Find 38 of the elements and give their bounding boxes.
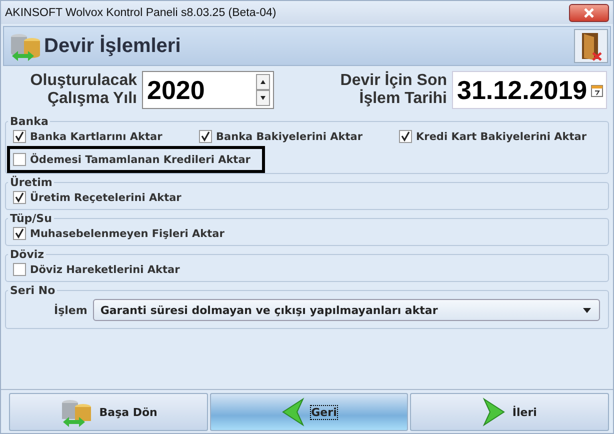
checkbox-option[interactable]: Döviz Hareketlerini Aktar	[7, 258, 186, 281]
group-title: Seri No	[9, 284, 56, 297]
checkbox-icon[interactable]	[13, 153, 26, 166]
checkbox-option[interactable]: Banka Kartlarını Aktar	[7, 125, 168, 148]
nav-button[interactable]: Geri	[210, 393, 408, 431]
field-label: Oluşturulacak Çalışma Yılı	[29, 72, 137, 108]
nav-button[interactable]: İleri	[410, 393, 610, 431]
group-title: Tüp/Su	[9, 212, 53, 225]
window-title: AKINSOFT Wolvox Kontrol Paneli s8.03.25 (Beta-04)	[5, 6, 276, 18]
group-title: Döviz	[9, 248, 46, 261]
group-title: Üretim	[9, 176, 54, 189]
checkbox-option[interactable]: Ödemesi Tamamlanan Kredileri Aktar	[7, 146, 266, 173]
page-title: Devir İşlemleri	[44, 34, 182, 58]
checkbox-icon[interactable]	[13, 191, 26, 204]
calendar-icon[interactable]	[591, 84, 603, 96]
field-label: İşlem	[54, 304, 88, 316]
checkbox-icon[interactable]	[199, 130, 212, 143]
close-button[interactable]	[569, 4, 609, 22]
checkbox-option[interactable]: Üretim Reçetelerini Aktar	[7, 186, 188, 209]
checkbox-icon[interactable]	[399, 130, 412, 143]
checkbox-option[interactable]: Kredi Kart Bakiyelerini Aktar	[393, 125, 593, 148]
database-icon	[59, 397, 94, 427]
database-icon	[8, 31, 42, 61]
field-label: Devir İçin Son İşlem Tarihi	[339, 72, 447, 108]
input-field[interactable]: 2020	[142, 71, 274, 109]
checkbox-icon[interactable]	[13, 227, 26, 240]
nav-button[interactable]: Başa Dön	[9, 393, 208, 431]
right-arrow-icon	[482, 397, 506, 427]
close-icon[interactable]	[583, 8, 595, 18]
left-arrow-icon	[281, 397, 306, 427]
exit-button[interactable]	[574, 29, 608, 63]
group-title: Banka	[9, 115, 50, 128]
checkbox-icon[interactable]	[13, 263, 26, 276]
dropdown-field[interactable]: Garanti süresi dolmayan ve çıkışı yapılmayanları aktar	[93, 299, 600, 321]
spin-buttons-icon[interactable]	[256, 74, 270, 106]
input-field[interactable]: 31.12.2019	[452, 71, 607, 109]
checkbox-icon[interactable]	[13, 130, 26, 143]
checkbox-option[interactable]: Banka Bakiyelerini Aktar	[193, 125, 369, 148]
